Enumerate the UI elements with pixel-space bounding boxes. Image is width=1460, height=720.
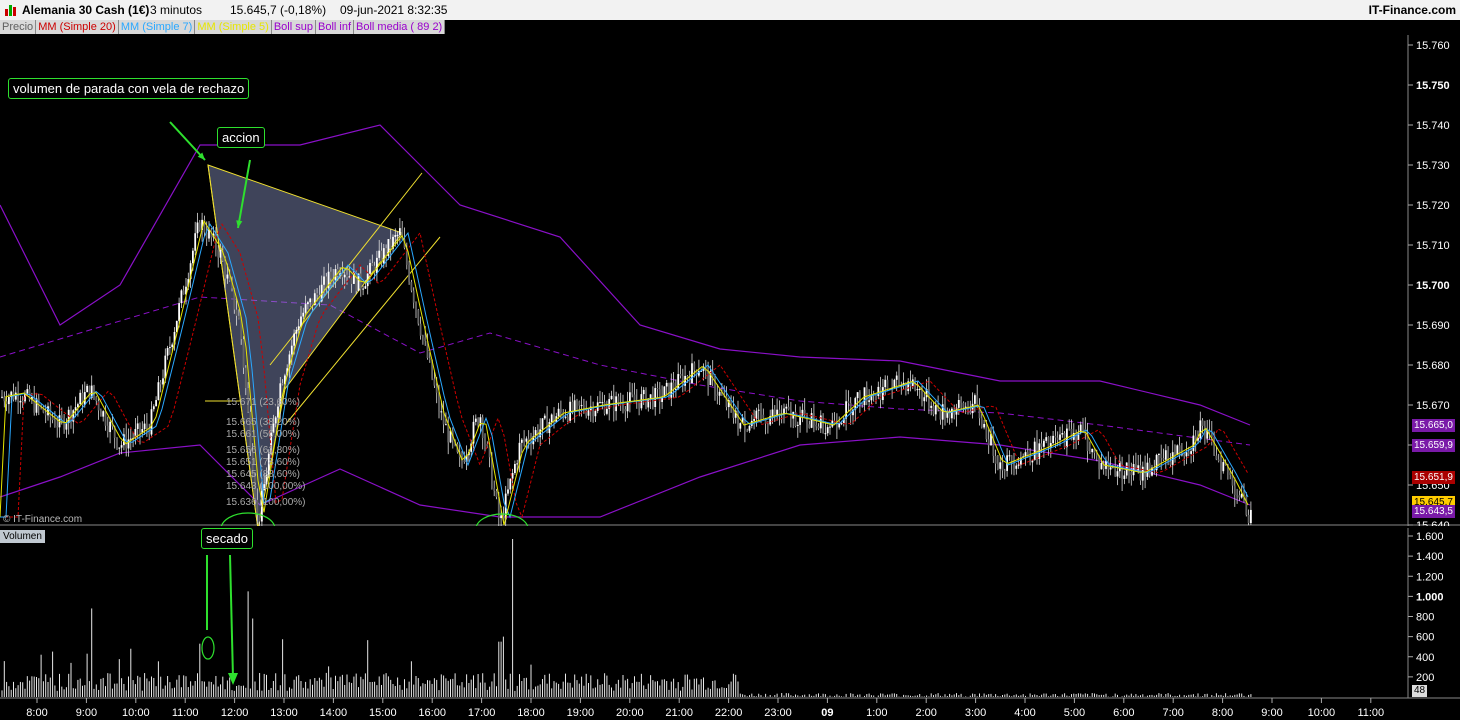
volume-axis-label-2: 1.200 <box>1416 571 1444 583</box>
time-axis-label-14: 22:00 <box>715 707 743 719</box>
time-axis-label-18: 2:00 <box>915 707 936 719</box>
price-axis-label-9: 15.670 <box>1416 400 1450 412</box>
time-axis-label-9: 17:00 <box>468 707 496 719</box>
price-axis-label-5: 15.710 <box>1416 240 1450 252</box>
datetime-label: 09-jun-2021 8:32:35 <box>340 3 448 17</box>
price-tag-4: 15.643,5 <box>1412 505 1455 518</box>
volume-axis-label-4: 800 <box>1416 612 1434 624</box>
volume-axis-label-3: 1.000 <box>1416 591 1444 603</box>
legend-item-2[interactable]: MM (Simple 7) <box>118 20 196 34</box>
fib-label-3: 15.656 (61,80%) <box>226 445 300 456</box>
time-axis-label-19: 3:00 <box>965 707 986 719</box>
price-axis-label-2: 15.740 <box>1416 120 1450 132</box>
brand-label: IT-Finance.com <box>1368 3 1456 17</box>
timeframe-label: 3 minutos <box>150 3 203 17</box>
annotation-secado: secado <box>201 528 253 549</box>
time-axis-label-26: 10:00 <box>1308 707 1336 719</box>
annotation-volumen-parada: volumen de parada con vela de rechazo <box>8 78 250 99</box>
time-axis-label-8: 16:00 <box>418 707 446 719</box>
volume-axis-label-7: 200 <box>1416 672 1434 684</box>
legend-item-5[interactable]: Boll inf <box>315 20 355 34</box>
price-axis-label-3: 15.730 <box>1416 160 1450 172</box>
volume-axis-label-6: 400 <box>1416 652 1434 664</box>
instrument-name: Alemania 30 Cash (1€) <box>22 3 150 17</box>
legend-item-4[interactable]: Boll sup <box>271 20 316 34</box>
annotation-accion: accion <box>217 127 265 148</box>
volume-axis-label-1: 1.400 <box>1416 551 1444 563</box>
fib-label-4: 15.651 (78,60%) <box>226 457 300 468</box>
volume-panel-label: Volumen <box>0 530 45 543</box>
time-axis-label-2: 10:00 <box>122 707 150 719</box>
fib-label-6: 15.643 (100,00%) <box>226 481 306 492</box>
time-axis-label-24: 8:00 <box>1212 707 1233 719</box>
last-price: 15.645,7 (-0,18%) <box>230 3 327 17</box>
time-axis-label-0: 8:00 <box>26 707 47 719</box>
time-axis-label-7: 15:00 <box>369 707 397 719</box>
price-axis-label-8: 15.680 <box>1416 360 1450 372</box>
price-chart[interactable]: 15.671 (23,60%) 15.665 (38,20%)15.661 (50… <box>0 35 1460 526</box>
time-axis-label-22: 6:00 <box>1113 707 1134 719</box>
price-axis-label-0: 15.760 <box>1416 40 1450 52</box>
time-axis-label-4: 12:00 <box>221 707 249 719</box>
time-axis-label-23: 7:00 <box>1162 707 1183 719</box>
time-axis-label-20: 4:00 <box>1014 707 1035 719</box>
time-axis-label-17: 1:00 <box>866 707 887 719</box>
time-axis-label-21: 5:00 <box>1064 707 1085 719</box>
price-axis-label-12: 15.640 <box>1416 520 1450 526</box>
volume-chart[interactable]: 1.600 1.400 1.200 1.000 800 600 400 200 8:00 9:00… <box>0 528 1460 720</box>
time-axis-label-16: 09 <box>821 707 833 719</box>
price-axis-label-1: 15.750 <box>1416 80 1450 92</box>
volume-axis-label-5: 600 <box>1416 632 1434 644</box>
time-axis-label-10: 18:00 <box>517 707 545 719</box>
time-axis-label-15: 23:00 <box>764 707 792 719</box>
fib-label-7: 15.636 (100,00%) <box>226 497 306 508</box>
time-axis-label-13: 21:00 <box>665 707 693 719</box>
title-bar: Alemania 30 Cash (1€) 3 minutos 15.645,7… <box>0 0 1460 20</box>
time-axis-label-6: 14:00 <box>320 707 348 719</box>
time-axis-label-27: 11:00 <box>1357 707 1384 719</box>
price-axis-label-7: 15.690 <box>1416 320 1450 332</box>
price-tag-1: 15.659,9 <box>1412 439 1455 453</box>
fib-label-1: 15.665 (38,20%) <box>226 417 300 428</box>
indicator-legend: Precio MM (Simple 20) MM (Simple 7) MM (Sim… <box>0 20 446 35</box>
time-axis-label-3: 11:00 <box>172 707 199 719</box>
price-axis-label-6: 15.700 <box>1416 280 1450 292</box>
time-axis-label-1: 9:00 <box>76 707 97 719</box>
time-axis-label-25: 9:00 <box>1261 707 1282 719</box>
fib-label-0: 15.671 (23,60%) <box>226 397 300 408</box>
legend-item-1[interactable]: MM (Simple 20) <box>36 20 119 34</box>
price-tag-0: 15.665,0 <box>1412 419 1455 432</box>
watermark: © IT-Finance.com <box>3 514 83 525</box>
time-axis-label-11: 19:00 <box>567 707 595 719</box>
time-axis-label-5: 13:00 <box>270 707 298 719</box>
volume-axis-label-0: 1.600 <box>1416 531 1444 543</box>
chart-logo-icon <box>5 5 16 16</box>
legend-item-6[interactable]: Boll media ( 89 2) <box>354 20 446 34</box>
price-tag-2: 15.651,9 <box>1412 471 1455 485</box>
fib-label-2: 15.661 (50,00%) <box>226 429 300 440</box>
fib-label-5: 15.645 (88,60%) <box>226 469 300 480</box>
legend-item-0[interactable]: Precio <box>0 20 37 34</box>
price-axis-label-4: 15.720 <box>1416 200 1450 212</box>
legend-item-3[interactable]: MM (Simple 5) <box>195 20 272 34</box>
time-axis-label-12: 20:00 <box>616 707 644 719</box>
volume-last-value: 48 <box>1412 685 1428 697</box>
